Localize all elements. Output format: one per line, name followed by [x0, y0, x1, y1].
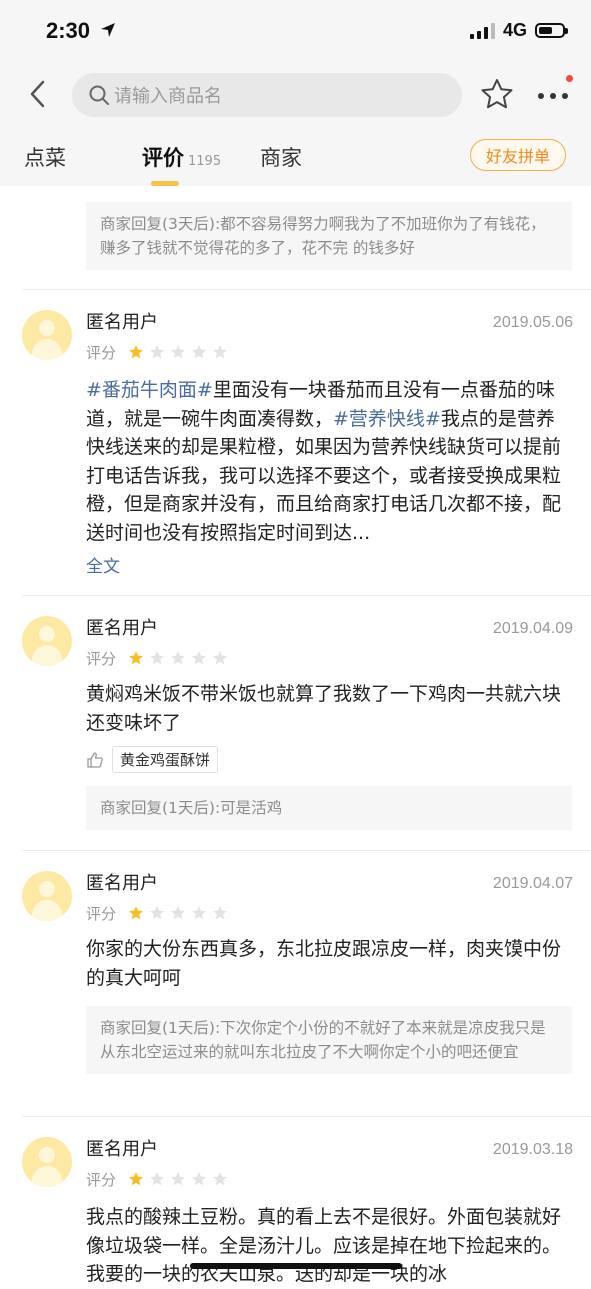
star-empty-icon	[150, 345, 164, 359]
star-empty-icon	[192, 345, 206, 359]
review-count: 1195	[188, 154, 222, 169]
battery-icon	[535, 23, 568, 38]
tab-reviews-label: 评价	[142, 146, 184, 170]
rating-label: 评分	[86, 650, 117, 668]
star-filled-icon	[129, 906, 143, 920]
rating-stars	[128, 1171, 228, 1187]
more-dots-icon	[538, 93, 568, 99]
star-filled-icon	[129, 651, 143, 665]
network-type: 4G	[502, 20, 527, 40]
full-text-link[interactable]: 全文	[86, 552, 120, 577]
tab-reviews[interactable]: 评价 1195	[142, 142, 221, 172]
avatar	[22, 310, 72, 360]
divider	[22, 850, 591, 851]
review-text: 黄焖鸡米饭不带米饭也就算了我数了一下鸡肉一共就六块还变味坏了	[86, 683, 562, 734]
review-date: 2019.04.07	[492, 875, 573, 892]
hashtag-link[interactable]: #番茄牛肉面#	[86, 379, 213, 401]
merchant-reply: 商家回复(1天后):下次你定个小份的不就好了本来就是凉皮我只是从东北空运过来的就…	[86, 1006, 572, 1074]
review-date: 2019.03.18	[492, 1141, 573, 1158]
rating-stars	[128, 650, 228, 666]
more-button[interactable]	[536, 75, 576, 112]
review-text: #番茄牛肉面#里面没有一块番茄而且没有一点番茄的味道，就是一碗牛肉面凑得数，#营…	[86, 379, 562, 544]
chevron-left-icon	[30, 80, 45, 108]
review-text: 我点的酸辣土豆粉。真的看上去不是很好。外面包装就好像垃圾袋一样。全是汤汁儿。应该…	[86, 1206, 562, 1285]
user-name: 匿名用户	[86, 312, 158, 333]
notification-dot	[566, 75, 573, 82]
search-input[interactable]: 请输入商品名	[72, 73, 462, 117]
avatar	[22, 871, 72, 921]
back-button[interactable]	[20, 76, 54, 112]
group-order-button[interactable]: 好友拼单	[470, 139, 566, 171]
star-empty-icon	[171, 906, 185, 920]
status-bar: 2:30 4G	[0, 0, 591, 62]
favorite-button[interactable]	[480, 78, 516, 112]
thumbs-up-icon	[87, 751, 103, 768]
star-empty-icon	[192, 651, 206, 665]
active-tab-indicator	[151, 181, 179, 186]
review-text: 你家的大份东西真多，东北拉皮跟凉皮一样，肉夹馍中份的真大呵呵	[86, 938, 562, 989]
liked-dish-chip[interactable]: 黄金鸡蛋酥饼	[112, 746, 219, 773]
avatar	[22, 1137, 72, 1187]
star-empty-icon	[150, 906, 164, 920]
star-empty-icon	[150, 651, 164, 665]
star-filled-icon	[129, 345, 143, 359]
star-empty-icon	[192, 906, 206, 920]
divider	[22, 289, 591, 290]
star-empty-icon	[213, 1172, 227, 1186]
avatar	[22, 616, 72, 666]
search-placeholder: 请输入商品名	[114, 86, 222, 107]
star-empty-icon	[171, 1172, 185, 1186]
rating-label: 评分	[86, 1171, 117, 1189]
star-empty-icon	[213, 906, 227, 920]
star-empty-icon	[213, 651, 227, 665]
rating-label: 评分	[86, 905, 117, 923]
star-empty-icon	[213, 345, 227, 359]
user-name: 匿名用户	[86, 873, 158, 894]
location-arrow-icon	[101, 23, 115, 37]
star-filled-icon	[129, 1172, 143, 1186]
search-icon	[88, 84, 110, 106]
status-time: 2:30	[46, 18, 91, 43]
home-indicator	[190, 1263, 402, 1269]
tab-merchant[interactable]: 商家	[260, 142, 302, 172]
divider	[22, 595, 591, 596]
star-outline-icon	[481, 79, 513, 109]
user-name: 匿名用户	[86, 1139, 158, 1160]
star-empty-icon	[150, 1172, 164, 1186]
star-empty-icon	[192, 1172, 206, 1186]
merchant-reply: 商家回复(3天后):都不容易得努力啊我为了不加班你为了有钱花，赚多了钱就不觉得花…	[86, 202, 572, 270]
user-name: 匿名用户	[86, 618, 158, 639]
divider	[22, 1116, 591, 1117]
rating-stars	[128, 905, 228, 921]
merchant-reply: 商家回复(1天后):可是活鸡	[86, 786, 572, 830]
rating-stars	[128, 344, 228, 360]
star-empty-icon	[171, 651, 185, 665]
hashtag-link[interactable]: #营养快线#	[333, 408, 441, 430]
star-empty-icon	[171, 345, 185, 359]
cellular-signal-icon	[469, 22, 495, 39]
tab-order[interactable]: 点菜	[24, 142, 66, 172]
review-date: 2019.05.06	[492, 314, 573, 331]
review-date: 2019.04.09	[492, 620, 573, 637]
rating-label: 评分	[86, 344, 117, 362]
nav-bar: 请输入商品名	[0, 62, 591, 128]
liked-dish-row: 黄金鸡蛋酥饼	[86, 746, 219, 773]
tab-bar: 点菜 评价 1195 商家 好友拼单	[0, 128, 591, 186]
battery-level	[539, 27, 552, 34]
